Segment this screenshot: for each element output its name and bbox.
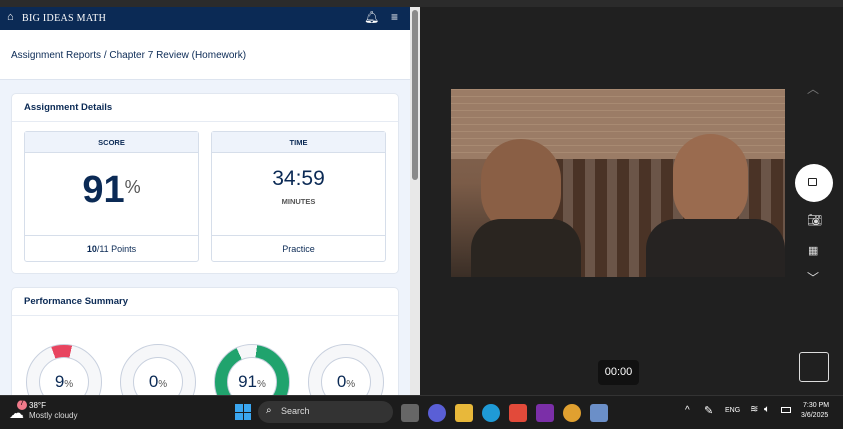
wifi-icon[interactable]: ≋ (750, 404, 758, 415)
ring-unit: % (346, 379, 356, 390)
points-total: /11 Points (96, 244, 137, 254)
recording-timer: 00:00 (598, 360, 639, 385)
card-title: Assignment Details (12, 94, 398, 122)
score-value: 91 (82, 169, 125, 211)
edge-icon[interactable] (482, 404, 500, 422)
search-icon: ⌕ (266, 405, 272, 416)
ring-value: 0 (148, 372, 159, 391)
taskbar: ☁ 7 38°F Mostly cloudy ⌕ Search ^ ✎ ENG … (0, 395, 843, 429)
camera-app-icon[interactable] (590, 404, 608, 422)
ring-unit: % (257, 379, 266, 390)
score-unit: % (124, 177, 141, 197)
breadcrumb[interactable]: Assignment Reports / Chapter 7 Review (H… (11, 50, 246, 61)
scrollbar-thumb[interactable] (412, 10, 418, 180)
store-icon[interactable] (509, 404, 527, 422)
weather-condition[interactable]: Mostly cloudy (29, 411, 77, 420)
chevron-up-icon[interactable]: ︿ (807, 80, 819, 97)
file-explorer-icon[interactable] (455, 404, 473, 422)
performance-ring: 0% (120, 344, 196, 395)
score-box: SCORE 91% 10/11 Points (24, 131, 199, 262)
brand-logo[interactable]: BIG IDEAS MATH (22, 13, 106, 24)
ring-value: 91 (238, 372, 257, 391)
chrome-icon[interactable] (563, 404, 581, 422)
assignment-details-card: Assignment Details SCORE 91% 10/11 Point… (11, 93, 399, 274)
battery-icon[interactable] (781, 407, 791, 413)
bell-icon[interactable]: 🔔︎ (364, 10, 379, 24)
search-box[interactable]: ⌕ Search (258, 401, 393, 423)
windows-start-icon[interactable] (235, 404, 251, 420)
performance-ring: 9% (26, 344, 102, 395)
gallery-button[interactable] (799, 352, 829, 382)
window-top-strip (0, 0, 843, 7)
performance-ring: 0% (308, 344, 384, 395)
search-label: Search (281, 406, 310, 416)
task-view-icon[interactable] (401, 404, 419, 422)
weather-temp[interactable]: 38°F (29, 401, 46, 410)
language-indicator[interactable]: ENG (725, 407, 740, 414)
time-value: 34:59 (272, 167, 325, 190)
onenote-icon[interactable] (536, 404, 554, 422)
weather-badge: 7 (17, 400, 27, 410)
score-points: 10/11 Points (25, 235, 198, 261)
ring-value: 0 (336, 372, 347, 391)
time-label: TIME (212, 132, 385, 153)
score-label: SCORE (25, 132, 198, 153)
video-icon (808, 178, 817, 186)
bim-panel: ⌂ BIG IDEAS MATH 🔔︎ ≡ Assignment Reports… (0, 7, 410, 395)
clock-date[interactable]: 3/6/2025 (801, 412, 828, 419)
show-hidden-icons[interactable]: ^ (685, 405, 690, 416)
menu-icon[interactable]: ≡ (391, 10, 398, 24)
time-unit: MINUTES (281, 197, 316, 206)
performance-summary-card: Performance Summary 9% 0% 91% 0% (11, 287, 399, 395)
photo-camera-icon[interactable]: 📷︎ (807, 213, 822, 227)
person-2 (673, 134, 748, 229)
video-mode-button[interactable] (795, 164, 833, 202)
teams-icon[interactable] (428, 404, 446, 422)
qr-code-icon[interactable]: ▦ (808, 244, 818, 257)
breadcrumb-bar: Assignment Reports / Chapter 7 Review (H… (0, 30, 410, 80)
ring-unit: % (64, 379, 74, 390)
points-earned: 10 (86, 244, 97, 254)
pen-icon[interactable]: ✎ (704, 404, 713, 417)
ring-value: 9 (54, 372, 65, 391)
app-header: ⌂ BIG IDEAS MATH 🔔︎ ≡ (0, 7, 410, 30)
performance-ring: 91% (214, 344, 290, 395)
time-mode: Practice (212, 235, 385, 261)
home-icon[interactable]: ⌂ (7, 11, 14, 23)
chevron-down-icon[interactable]: ﹀ (807, 269, 819, 286)
camera-preview (451, 89, 785, 277)
time-box: TIME 34:59 MINUTES Practice (211, 131, 386, 262)
volume-icon[interactable]: 🔈︎ (764, 404, 770, 415)
ring-unit: % (158, 379, 168, 390)
card-title: Performance Summary (12, 288, 398, 316)
clock-time[interactable]: 7:30 PM (803, 402, 829, 409)
